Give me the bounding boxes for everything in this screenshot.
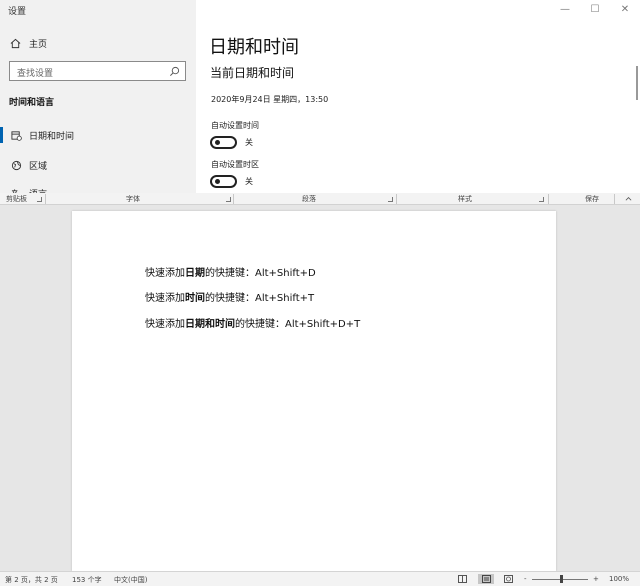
ribbon-separator (548, 194, 549, 204)
auto-time-label: 自动设置时间 (211, 121, 259, 130)
status-bar: 第 2 页，共 2 页 153 个字 中文(中国) - + 100% (0, 571, 640, 586)
print-layout-button[interactable] (478, 574, 494, 584)
language-indicator[interactable]: 中文(中国) (114, 575, 147, 585)
read-mode-icon (457, 575, 467, 583)
auto-timezone-state: 关 (245, 177, 253, 186)
sidebar-item-label: 日期和时间 (29, 131, 75, 142)
line-text: 快速添加 (145, 268, 185, 279)
sidebar-item-region[interactable]: 区域 (0, 154, 196, 176)
sidebar-item-date-time[interactable]: 日期和时间 (0, 124, 196, 146)
ribbon-separator (45, 194, 46, 204)
document-area: 快速添加日期的快捷键：Alt+Shift+D 快速添加时间的快捷键：Alt+Sh… (0, 205, 640, 571)
line-text: 快速添加 (145, 293, 185, 304)
page-title: 日期和时间 (209, 37, 299, 58)
sidebar-item-label: 区域 (29, 161, 48, 172)
current-datetime: 2020年9月24日 星期四，13:50 (211, 95, 329, 104)
styles-launcher-icon[interactable] (539, 197, 544, 202)
document-page[interactable]: 快速添加日期的快捷键：Alt+Shift+D 快速添加时间的快捷键：Alt+Sh… (72, 211, 556, 571)
ribbon-group-clipboard: 剪贴板 (6, 195, 27, 203)
font-launcher-icon[interactable] (226, 197, 231, 202)
auto-timezone-label: 自动设置时区 (211, 160, 259, 169)
line-text: 的快捷键：Alt+Shift+T (205, 293, 315, 304)
window-controls: — ☐ ✕ (550, 0, 640, 18)
page-info[interactable]: 第 2 页，共 2 页 (5, 575, 58, 585)
word-count[interactable]: 153 个字 (72, 575, 102, 585)
auto-timezone-toggle-row: 关 (210, 175, 253, 188)
auto-time-toggle-row: 关 (210, 136, 253, 149)
scrollbar[interactable] (636, 66, 638, 100)
active-indicator (0, 127, 3, 143)
ribbon-separator (614, 194, 615, 204)
document-line: 快速添加时间的快捷键：Alt+Shift+T (145, 289, 314, 304)
paragraph-launcher-icon[interactable] (388, 197, 393, 202)
document-line: 快速添加日期的快捷键：Alt+Shift+D (145, 264, 316, 279)
zoom-out-button[interactable]: - (524, 575, 527, 583)
zoom-level[interactable]: 100% (609, 575, 629, 583)
globe-icon (10, 159, 22, 171)
ribbon-group-paragraph: 段落 (302, 195, 316, 203)
zoom-slider-thumb[interactable] (560, 575, 563, 583)
line-bold-text: 日期和时间 (185, 319, 235, 330)
web-layout-icon (503, 575, 513, 583)
line-bold-text: 日期 (185, 268, 205, 279)
ribbon-group-font: 字体 (126, 195, 140, 203)
maximize-button[interactable]: ☐ (580, 0, 610, 18)
sidebar-section-title: 时间和语言 (9, 98, 55, 108)
line-text: 的快捷键：Alt+Shift+D (205, 268, 316, 279)
ribbon-group-save: 保存 (585, 195, 599, 203)
auto-time-state: 关 (245, 138, 253, 147)
home-label: 主页 (29, 40, 48, 50)
home-icon (10, 38, 21, 49)
window-title: 设置 (8, 7, 27, 17)
line-bold-text: 时间 (185, 293, 205, 304)
auto-time-toggle[interactable] (210, 136, 237, 149)
web-layout-button[interactable] (502, 574, 514, 584)
search-input[interactable]: 查找设置 (9, 61, 186, 81)
ribbon-group-bar: 剪贴板 字体 段落 样式 保存 (0, 193, 640, 205)
ribbon-separator (396, 194, 397, 204)
ribbon-separator (233, 194, 234, 204)
line-text: 的快捷键：Alt+Shift+D+T (235, 319, 361, 330)
sidebar-item-language[interactable]: 语言 (0, 182, 196, 193)
document-line: 快速添加日期和时间的快捷键：Alt+Shift+D+T (145, 315, 360, 330)
line-text: 快速添加 (145, 319, 185, 330)
close-button[interactable]: ✕ (610, 0, 640, 18)
section-title: 当前日期和时间 (210, 66, 295, 80)
auto-timezone-toggle[interactable] (210, 175, 237, 188)
clock-calendar-icon (10, 129, 22, 141)
read-mode-button[interactable] (456, 574, 468, 584)
print-layout-icon (481, 575, 491, 583)
clipboard-launcher-icon[interactable] (37, 197, 42, 202)
ribbon-group-styles: 样式 (458, 195, 472, 203)
zoom-in-button[interactable]: + (593, 575, 599, 583)
minimize-button[interactable]: — (550, 0, 580, 18)
settings-window: 设置 主页 查找设置 时间和语言 日期和时间 区域 — ☐ ✕ 日期和时间 当前… (0, 0, 640, 193)
settings-sidebar: 设置 主页 查找设置 时间和语言 日期和时间 区域 (0, 0, 196, 193)
search-icon[interactable] (169, 66, 180, 77)
home-link[interactable]: 主页 (10, 37, 47, 50)
search-placeholder: 查找设置 (17, 69, 54, 79)
settings-content: — ☐ ✕ 日期和时间 当前日期和时间 2020年9月24日 星期四，13:50… (196, 0, 640, 193)
collapse-ribbon-icon[interactable] (625, 195, 632, 202)
